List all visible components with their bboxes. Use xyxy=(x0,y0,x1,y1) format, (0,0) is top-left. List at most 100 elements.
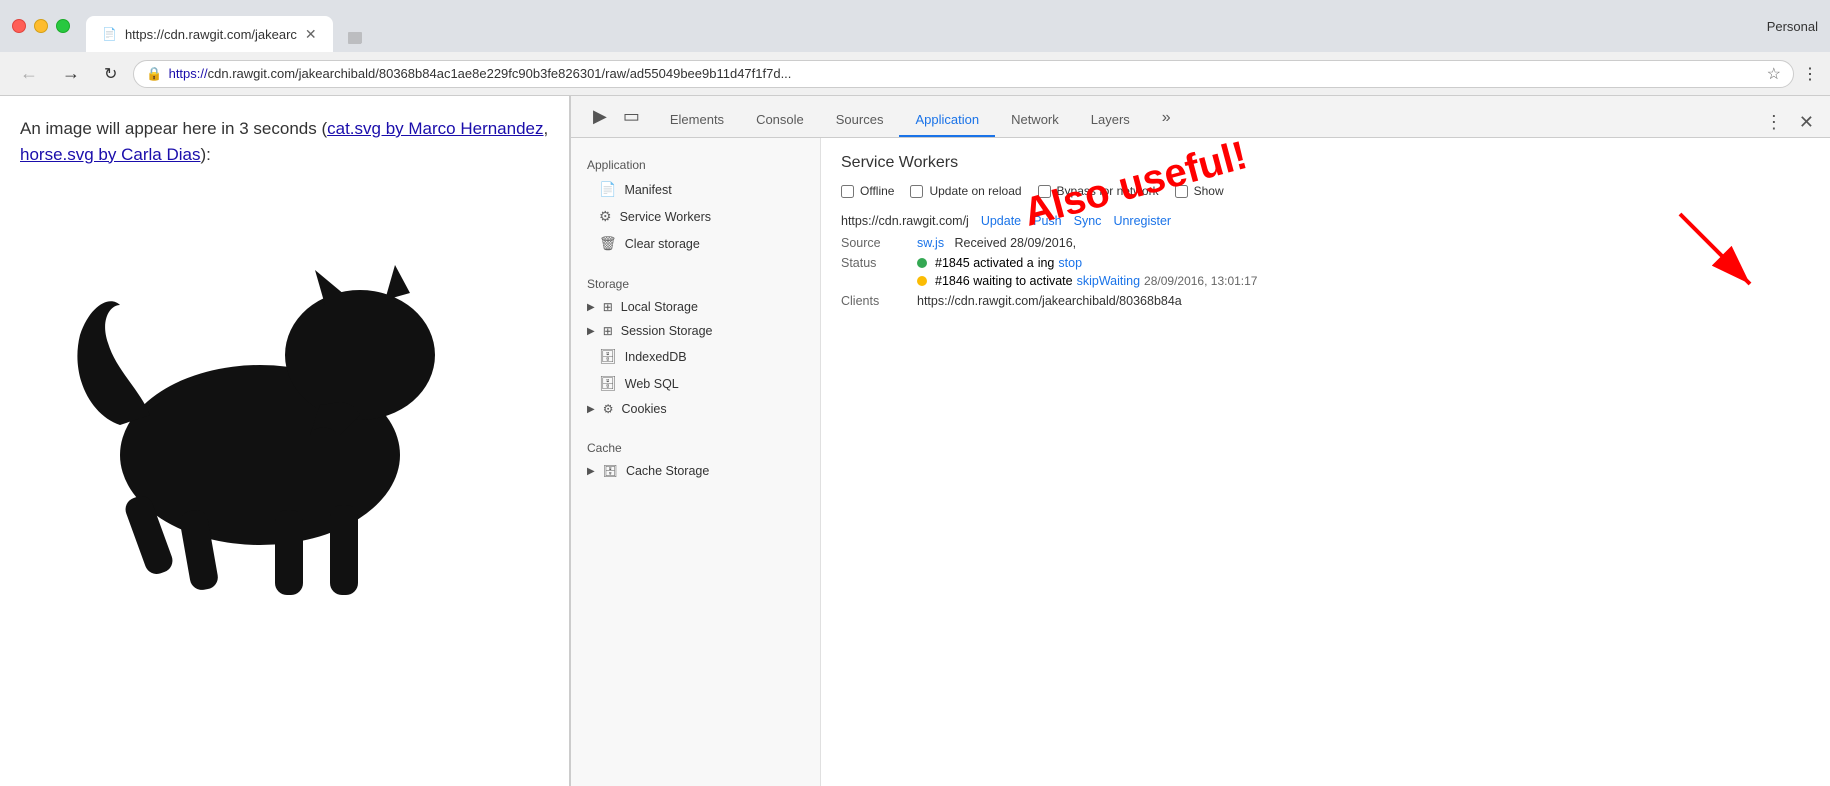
cat-image xyxy=(20,175,550,595)
sidebar-local-storage-label: Local Storage xyxy=(621,300,698,314)
tab-elements[interactable]: Elements xyxy=(654,104,740,137)
expand-arrow-cookies-icon: ▶ xyxy=(587,404,595,415)
status1-ing: ing xyxy=(1038,256,1055,270)
profile-label: Personal xyxy=(1767,19,1818,34)
browser-tab[interactable]: 📄 https://cdn.rawgit.com/jakearc ✕ xyxy=(86,16,333,52)
sidebar-section-cache: Cache xyxy=(571,433,820,459)
sw-unregister-link[interactable]: Unregister xyxy=(1113,214,1171,228)
bookmark-star-icon[interactable]: ☆ xyxy=(1767,64,1781,84)
close-button[interactable] xyxy=(12,19,26,33)
offline-option[interactable]: Offline xyxy=(841,184,894,198)
bypass-option[interactable]: Bypass for network xyxy=(1038,184,1159,198)
forward-button[interactable]: → xyxy=(54,59,88,88)
update-on-reload-checkbox[interactable] xyxy=(910,185,923,198)
refresh-button[interactable]: ↻ xyxy=(96,60,125,88)
traffic-lights xyxy=(12,19,70,33)
tab-application[interactable]: Application xyxy=(899,104,995,137)
devtools-close-button[interactable]: ✕ xyxy=(1791,108,1822,137)
show-label: Show xyxy=(1194,184,1224,198)
sw-entry: Also useful! xyxy=(841,214,1810,308)
service-workers-icon: ⚙ xyxy=(599,208,612,225)
sidebar-item-session-storage[interactable]: ▶ ⊞ Session Storage xyxy=(571,319,820,343)
offline-checkbox[interactable] xyxy=(841,185,854,198)
tab-favicon-icon: 📄 xyxy=(102,27,117,41)
show-checkbox[interactable] xyxy=(1175,185,1188,198)
cat-link[interactable]: cat.svg by Marco Hernandez xyxy=(327,119,543,138)
devtools-body: Application 📄 Manifest ⚙ Service Workers… xyxy=(571,138,1830,786)
tab-bar: 📄 https://cdn.rawgit.com/jakearc ✕ xyxy=(86,0,1759,52)
sw-push-link[interactable]: Push xyxy=(1033,214,1062,228)
sidebar-web-sql-label: Web SQL xyxy=(625,377,679,391)
tab-title: https://cdn.rawgit.com/jakearc xyxy=(125,27,297,42)
sidebar-item-cache-storage[interactable]: ▶ 🗄 Cache Storage xyxy=(571,459,820,483)
tab-more[interactable]: » xyxy=(1146,101,1187,137)
main-area: An image will appear here in 3 seconds (… xyxy=(0,96,1830,786)
page-content: An image will appear here in 3 seconds (… xyxy=(0,96,570,786)
sw-options: Offline Update on reload Bypass for netw… xyxy=(841,184,1810,198)
new-tab-button[interactable] xyxy=(337,24,373,52)
status-yellow-dot xyxy=(917,276,927,286)
sw-update-link[interactable]: Update xyxy=(981,214,1021,228)
sidebar-item-web-sql[interactable]: 🗄 Web SQL xyxy=(571,370,820,397)
tab-console[interactable]: Console xyxy=(740,104,820,137)
sidebar-indexeddb-label: IndexedDB xyxy=(625,350,687,364)
status2-date: 28/09/2016, 13:01:17 xyxy=(1144,274,1257,288)
address-text: https://cdn.rawgit.com/jakearchibald/803… xyxy=(169,66,1761,81)
devtools-tool-icons: ▶ ▭ xyxy=(579,96,654,137)
bypass-checkbox[interactable] xyxy=(1038,185,1051,198)
sidebar-clear-label: Clear storage xyxy=(625,237,700,251)
sw-js-link[interactable]: sw.js xyxy=(917,236,944,250)
devtools-sidebar: Application 📄 Manifest ⚙ Service Workers… xyxy=(571,138,821,786)
offline-label: Offline xyxy=(860,184,894,198)
indexeddb-icon: 🗄 xyxy=(599,348,617,365)
sw-clients-value: https://cdn.rawgit.com/jakearchibald/803… xyxy=(917,294,1182,308)
update-on-reload-label: Update on reload xyxy=(929,184,1021,198)
title-bar: 📄 https://cdn.rawgit.com/jakearc ✕ Perso… xyxy=(0,0,1830,52)
sw-url-row: https://cdn.rawgit.com/j Update Push Syn… xyxy=(841,214,1810,228)
browser-window: 📄 https://cdn.rawgit.com/jakearc ✕ Perso… xyxy=(0,0,1830,786)
sidebar-item-service-workers[interactable]: ⚙ Service Workers xyxy=(571,203,820,230)
device-toolbar-icon[interactable]: ▭ xyxy=(617,104,646,129)
sidebar-item-indexeddb[interactable]: 🗄 IndexedDB xyxy=(571,343,820,370)
status2-text: #1846 waiting to activate xyxy=(935,274,1073,288)
sw-source-label: Source xyxy=(841,236,901,250)
web-sql-icon: 🗄 xyxy=(599,375,617,392)
expand-arrow-session-icon: ▶ xyxy=(587,326,595,337)
expand-arrow-cache-icon: ▶ xyxy=(587,466,595,477)
sw-stop-link[interactable]: stop xyxy=(1058,256,1082,270)
sw-status-value: #1845 activated a ing stop #1846 waiting… xyxy=(917,256,1257,288)
tab-sources[interactable]: Sources xyxy=(820,104,900,137)
sw-status-label: Status xyxy=(841,256,901,270)
page-text-mid: , xyxy=(544,119,549,138)
sidebar-item-manifest[interactable]: 📄 Manifest xyxy=(571,176,820,203)
tab-close-icon[interactable]: ✕ xyxy=(305,26,317,43)
clear-storage-icon: 🗑 xyxy=(599,235,617,252)
browser-menu-button[interactable]: ⋮ xyxy=(1802,64,1818,84)
update-on-reload-option[interactable]: Update on reload xyxy=(910,184,1021,198)
horse-link[interactable]: horse.svg by Carla Dias xyxy=(20,145,200,164)
page-text-before: An image will appear here in 3 seconds ( xyxy=(20,119,327,138)
minimize-button[interactable] xyxy=(34,19,48,33)
sw-sync-link[interactable]: Sync xyxy=(1074,214,1102,228)
inspect-element-icon[interactable]: ▶ xyxy=(587,104,613,129)
sidebar-cache-storage-label: Cache Storage xyxy=(626,464,709,478)
show-option[interactable]: Show xyxy=(1175,184,1224,198)
back-button[interactable]: ← xyxy=(12,59,46,88)
sidebar-item-local-storage[interactable]: ▶ ⊞ Local Storage xyxy=(571,295,820,319)
sidebar-item-clear-storage[interactable]: 🗑 Clear storage xyxy=(571,230,820,257)
devtools-tab-bar: ▶ ▭ Elements Console Sources Application… xyxy=(571,96,1830,138)
devtools-menu-button[interactable]: ⋮ xyxy=(1757,108,1791,137)
fullscreen-button[interactable] xyxy=(56,19,70,33)
sidebar-manifest-label: Manifest xyxy=(624,183,671,197)
tab-layers[interactable]: Layers xyxy=(1075,104,1146,137)
sidebar-sw-label: Service Workers xyxy=(620,210,711,224)
status1-text: #1845 activated a xyxy=(935,256,1034,270)
sidebar-item-cookies[interactable]: ▶ ⚙ Cookies xyxy=(571,397,820,421)
nav-bar: ← → ↻ 🔒 https://cdn.rawgit.com/jakearchi… xyxy=(0,52,1830,96)
page-text-after: ): xyxy=(200,145,210,164)
sidebar-cookies-label: Cookies xyxy=(621,402,666,416)
manifest-icon: 📄 xyxy=(599,181,616,198)
tab-network[interactable]: Network xyxy=(995,104,1075,137)
address-bar[interactable]: 🔒 https://cdn.rawgit.com/jakearchibald/8… xyxy=(133,60,1794,88)
sw-skip-waiting-link[interactable]: skipWaiting xyxy=(1077,274,1140,288)
